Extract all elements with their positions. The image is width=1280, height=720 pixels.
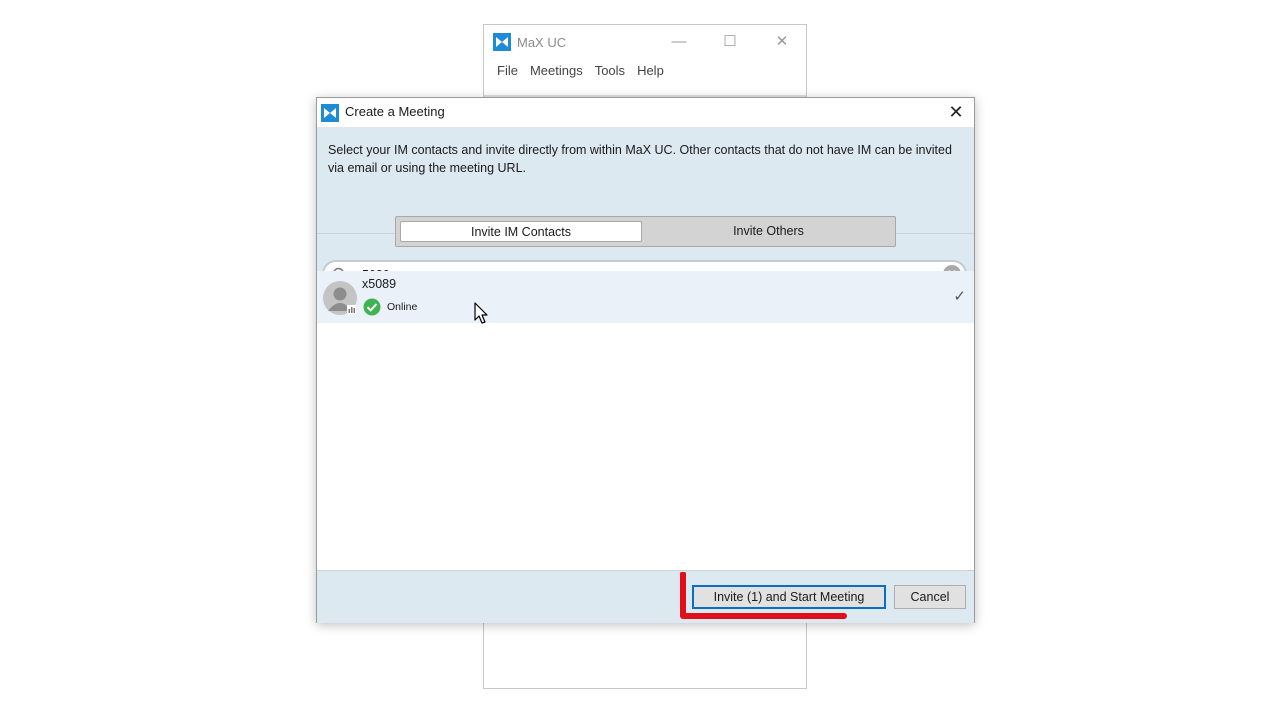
cancel-button[interactable]: Cancel <box>894 585 966 609</box>
create-meeting-dialog: Create a Meeting ✕ Select your IM contac… <box>316 97 975 623</box>
menu-file[interactable]: File <box>491 61 524 81</box>
max-uc-logo-icon <box>321 104 339 122</box>
checkmark-icon[interactable]: ✓ <box>953 287 966 305</box>
avatar-icon <box>323 281 357 315</box>
dialog-titlebar: Create a Meeting ✕ <box>317 98 974 127</box>
instructions-text: Select your IM contacts and invite direc… <box>328 143 952 175</box>
dialog-title: Create a Meeting <box>345 104 445 119</box>
contact-name: x5089 <box>362 277 397 291</box>
contact-status: Online <box>387 301 418 313</box>
mouse-cursor-icon <box>474 302 488 324</box>
menu-bar: File Meetings Tools Help <box>491 61 670 81</box>
main-window-titlebar: MaX UC — ☐ ✕ <box>484 25 806 59</box>
dialog-footer: Invite (1) and Start Meeting Cancel <box>317 570 974 623</box>
tab-invite-others[interactable]: Invite Others <box>646 221 891 242</box>
maximize-button[interactable]: ☐ <box>715 31 745 53</box>
minimize-button[interactable]: — <box>664 31 694 53</box>
menu-help[interactable]: Help <box>631 61 670 81</box>
menu-tools[interactable]: Tools <box>589 61 631 81</box>
contact-list: x5089 Online ✓ <box>317 271 974 571</box>
close-main-window-button[interactable]: ✕ <box>767 31 797 53</box>
main-window-title: MaX UC <box>517 35 567 50</box>
list-item[interactable]: x5089 Online ✓ <box>317 271 974 323</box>
max-uc-logo-icon <box>493 33 511 51</box>
annotation-marker <box>680 572 847 619</box>
online-status-icon <box>363 298 381 316</box>
invite-tabs: Invite IM Contacts Invite Others <box>395 216 896 247</box>
menu-meetings[interactable]: Meetings <box>524 61 589 81</box>
tab-invite-im-contacts[interactable]: Invite IM Contacts <box>400 221 642 242</box>
dialog-close-button[interactable]: ✕ <box>942 100 970 124</box>
